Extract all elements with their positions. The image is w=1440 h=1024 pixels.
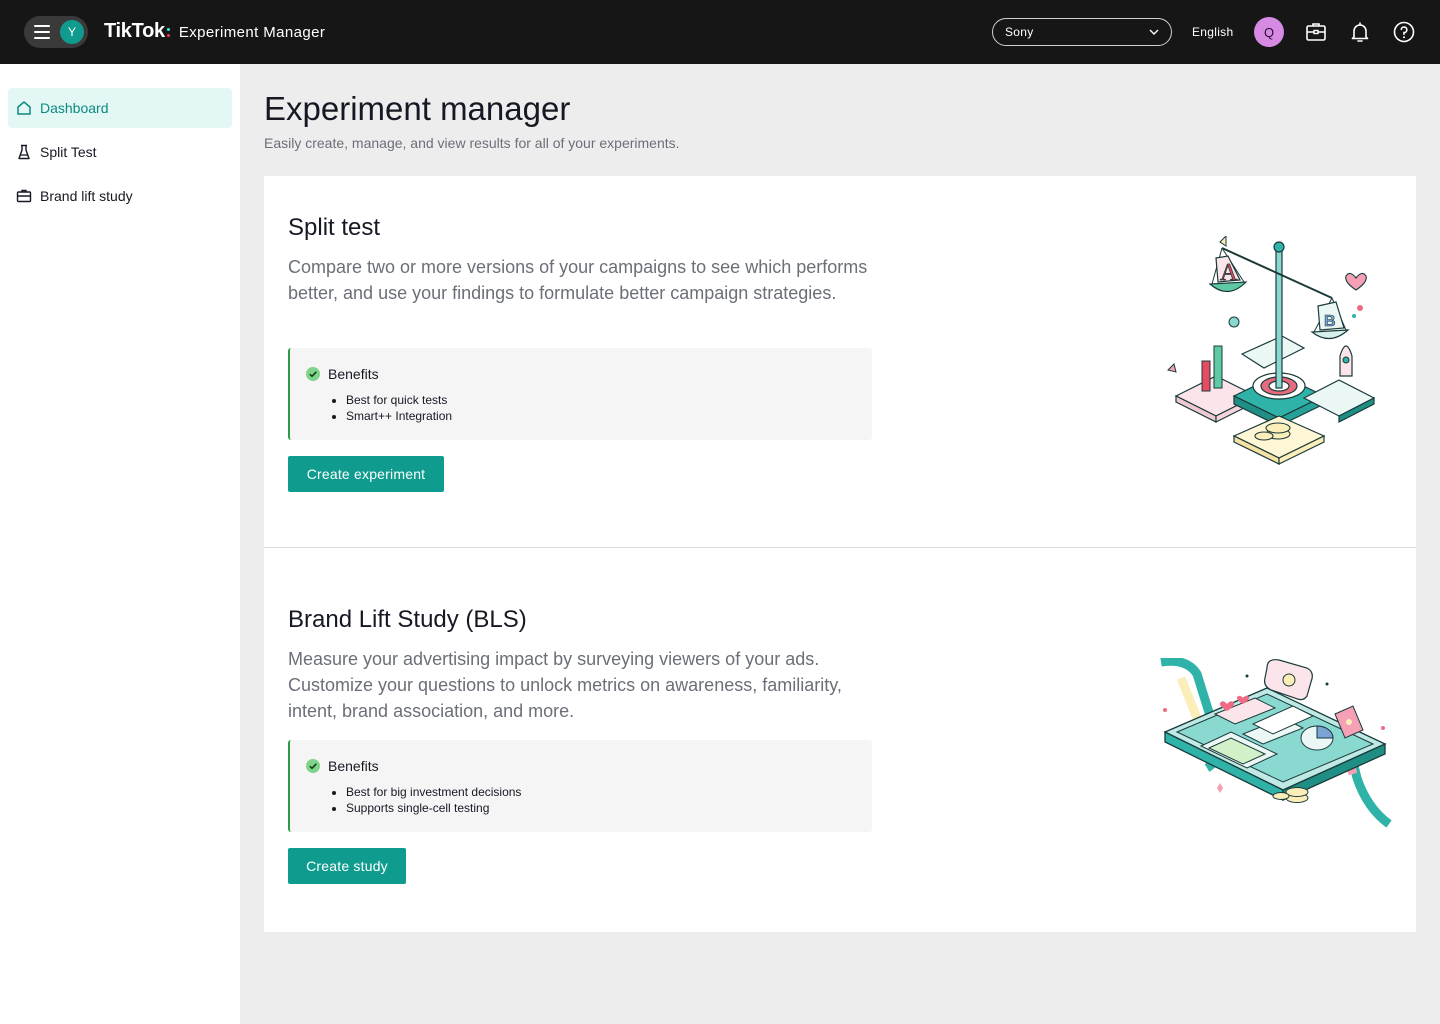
briefcase-icon xyxy=(16,189,32,203)
bls-title: Brand Lift Study (BLS) xyxy=(288,606,527,633)
advertiser-select[interactable]: Sony xyxy=(992,18,1172,46)
chevron-down-icon xyxy=(1149,29,1159,35)
sidebar-item-split-test[interactable]: Split Test xyxy=(8,132,232,172)
check-circle-icon xyxy=(306,759,320,773)
benefit-item: Supports single-cell testing xyxy=(346,800,521,816)
page-title: Experiment manager xyxy=(264,90,571,127)
help-icon[interactable] xyxy=(1392,20,1416,44)
split-test-illustration: A B xyxy=(1167,236,1376,465)
menu-icon xyxy=(34,25,50,39)
sidebar-item-brand-lift-study[interactable]: Brand lift study xyxy=(8,176,232,216)
benefit-item: Best for quick tests xyxy=(346,392,452,408)
product-name: Experiment Manager xyxy=(178,24,326,41)
split-test-description: Compare two or more versions of your cam… xyxy=(288,257,868,303)
brand-logo: TikTok xyxy=(104,20,165,42)
benefits-list: Best for big investment decisions Suppor… xyxy=(346,784,521,816)
benefits-title: Benefits xyxy=(328,366,379,382)
split-test-title: Split test xyxy=(288,214,381,241)
top-bar: Y TikTok Experiment Manager Sony English… xyxy=(0,0,1440,64)
benefits-title: Benefits xyxy=(328,758,379,774)
home-icon xyxy=(17,101,31,115)
sidebar-item-label: Brand lift study xyxy=(40,188,133,204)
toolbox-icon[interactable] xyxy=(1304,20,1328,44)
advertiser-value: Sony xyxy=(1005,25,1034,39)
bell-icon[interactable] xyxy=(1348,20,1372,44)
sidebar-item-label: Split Test xyxy=(40,144,97,160)
sidebar-item-dashboard[interactable]: Dashboard xyxy=(8,88,232,128)
check-circle-icon xyxy=(306,367,320,381)
page-subtitle: Easily create, manage, and view results … xyxy=(264,135,680,151)
bls-benefits: Benefits Best for big investment decisio… xyxy=(288,740,872,832)
brand-lift-study-card: Brand Lift Study (BLS) Measure your adve… xyxy=(264,548,1416,932)
benefit-item: Best for big investment decisions xyxy=(346,784,521,800)
account-avatar[interactable]: Q xyxy=(1254,17,1284,47)
svg-text:A: A xyxy=(1220,260,1238,286)
benefits-list: Best for quick tests Smart++ Integration xyxy=(346,392,452,424)
user-badge: Y xyxy=(60,20,84,44)
split-test-card: Split test Compare two or more versions … xyxy=(264,176,1416,547)
svg-text:B: B xyxy=(1324,313,1336,330)
bls-description: Measure your advertising impact by surve… xyxy=(288,649,842,721)
brand[interactable]: TikTok Experiment Manager xyxy=(104,20,325,43)
benefit-item: Smart++ Integration xyxy=(346,408,452,424)
split-test-benefits: Benefits Best for quick tests Smart++ In… xyxy=(288,348,872,440)
create-experiment-button[interactable]: Create experiment xyxy=(288,456,444,492)
language-selector[interactable]: English xyxy=(1192,25,1233,39)
menu-button[interactable]: Y xyxy=(24,16,88,48)
create-study-button[interactable]: Create study xyxy=(288,848,406,884)
brand-colon xyxy=(166,21,171,42)
flask-icon xyxy=(18,144,30,160)
sidebar-item-label: Dashboard xyxy=(40,100,109,116)
bls-illustration xyxy=(1160,658,1392,828)
sidebar: Dashboard Split Test Brand lift study xyxy=(0,64,240,1024)
